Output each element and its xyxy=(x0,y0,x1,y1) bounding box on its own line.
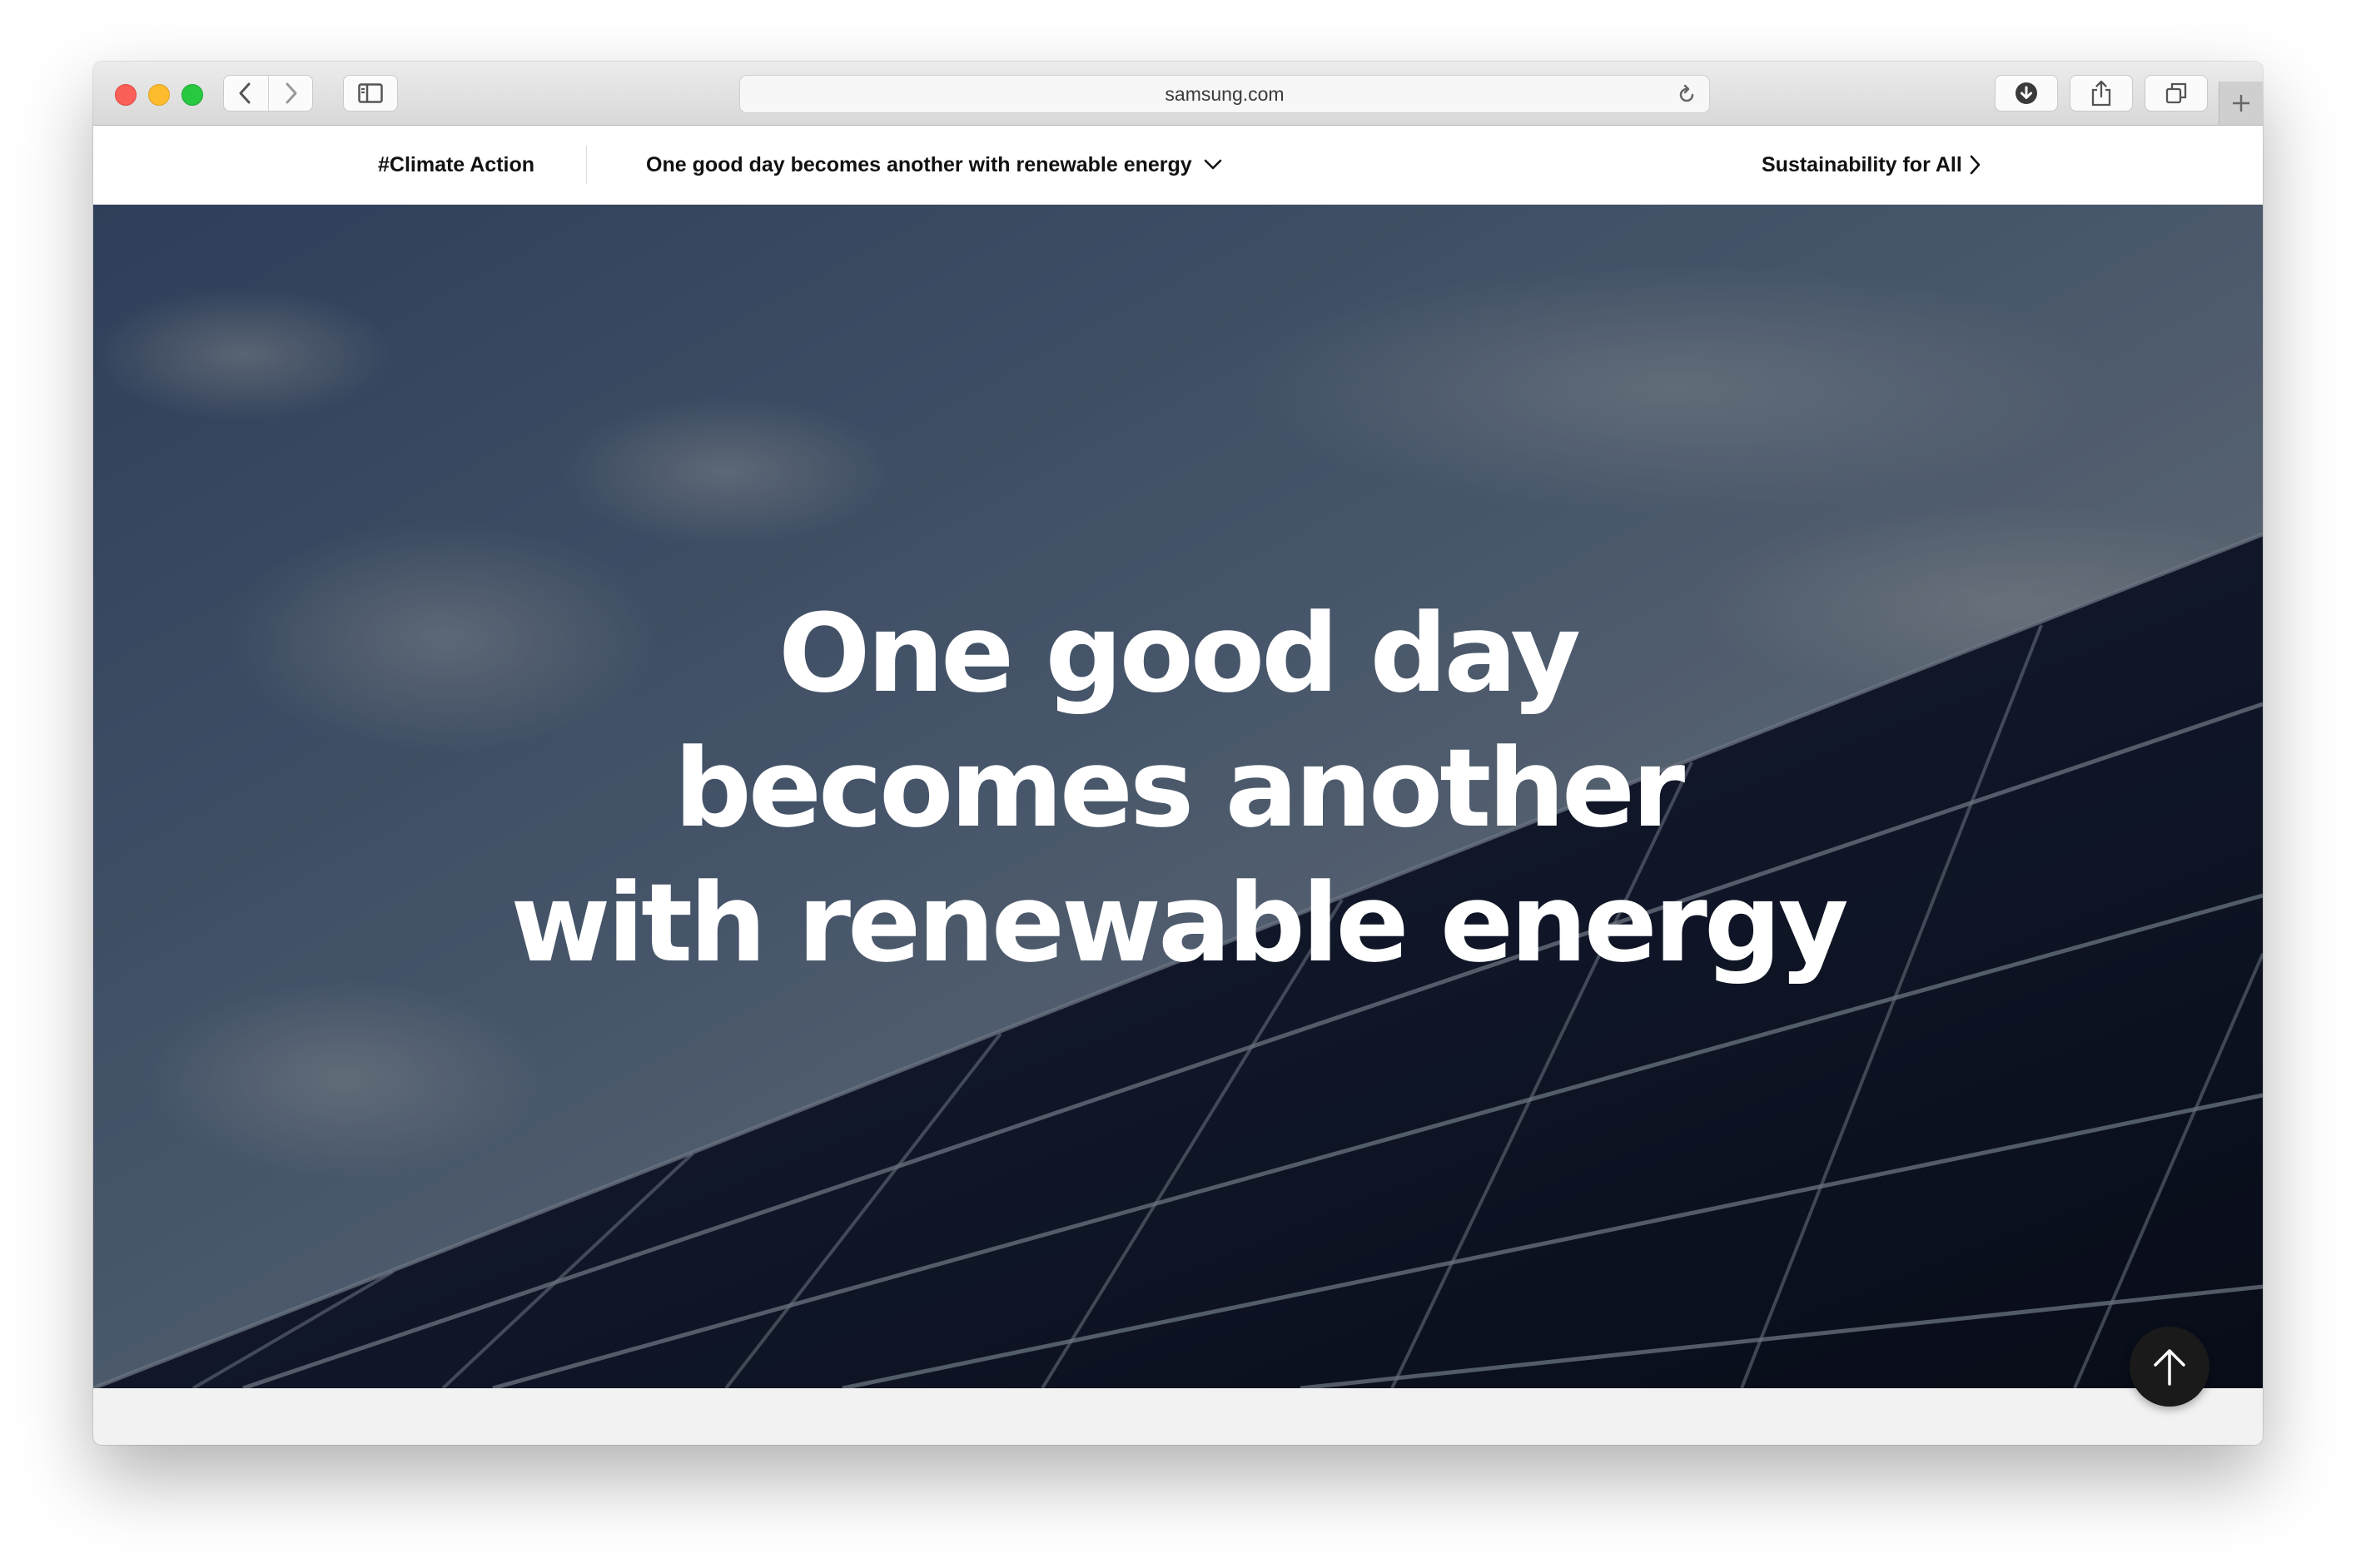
arrow-up-icon xyxy=(2154,1349,2185,1386)
history-nav-group xyxy=(223,75,313,112)
back-to-top-button[interactable] xyxy=(2130,1327,2209,1407)
address-bar[interactable]: samsung.com xyxy=(739,75,1710,113)
hero-banner: One good day becomes another with renewa… xyxy=(93,205,2263,1388)
reload-button[interactable] xyxy=(1676,84,1697,110)
current-page-dropdown[interactable]: One good day becomes another with renewa… xyxy=(646,126,1222,204)
hero-title-line-1: One good day xyxy=(778,590,1581,717)
minimize-window-button[interactable] xyxy=(148,84,170,106)
browser-toolbar: samsung.com xyxy=(93,62,2263,126)
share-icon xyxy=(2091,80,2111,107)
tab-overview-button[interactable] xyxy=(2145,75,2208,112)
hero-title: One good day becomes another with renewa… xyxy=(93,586,2263,990)
plus-icon xyxy=(2233,95,2249,112)
hero-title-line-3: with renewable energy xyxy=(510,860,1848,986)
share-button[interactable] xyxy=(2070,75,2133,112)
zoom-window-button[interactable] xyxy=(181,84,203,106)
tabs-icon xyxy=(2165,82,2187,104)
chevron-right-icon xyxy=(1970,155,1981,175)
chevron-down-icon xyxy=(1204,159,1222,170)
chevron-left-icon xyxy=(239,82,251,104)
downloads-button[interactable] xyxy=(1995,75,2058,112)
sidebar-icon xyxy=(358,83,383,103)
site-navigation-bar: #Climate Action One good day becomes ano… xyxy=(93,126,2263,205)
sidebar-toggle-button[interactable] xyxy=(343,75,398,112)
category-link[interactable]: #Climate Action xyxy=(378,126,534,204)
close-window-button[interactable] xyxy=(115,84,137,106)
forward-button[interactable] xyxy=(267,76,313,111)
next-page-label: Sustainability for All xyxy=(1762,152,1962,176)
category-label: #Climate Action xyxy=(378,152,535,176)
nav-divider xyxy=(586,146,587,184)
browser-window: samsung.com #Climate Action One good day… xyxy=(93,62,2263,1445)
hero-title-line-2: becomes another xyxy=(673,725,1685,851)
next-page-link[interactable]: Sustainability for All xyxy=(1762,126,1981,204)
address-url: samsung.com xyxy=(1165,82,1285,105)
download-icon xyxy=(2016,82,2037,104)
new-tab-button[interactable] xyxy=(2219,82,2263,125)
reload-icon xyxy=(1679,84,1694,102)
chevron-right-icon xyxy=(286,82,297,104)
current-page-label: One good day becomes another with renewa… xyxy=(646,152,1192,176)
back-button[interactable] xyxy=(224,76,268,111)
